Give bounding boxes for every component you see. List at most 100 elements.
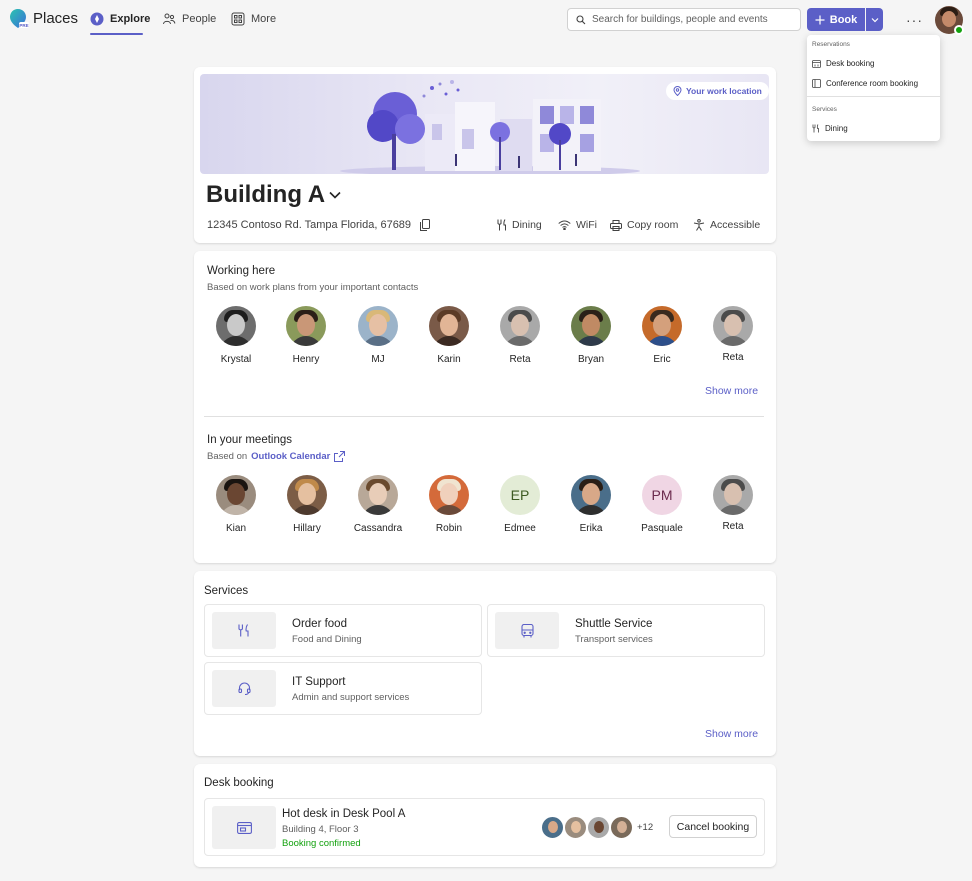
person-name: Cassandra (353, 523, 403, 534)
service-subtitle: Food and Dining (292, 634, 362, 645)
amenity-copy-room: Copy room (610, 219, 678, 231)
book-button[interactable]: Book (807, 8, 865, 31)
presence-available-badge (954, 25, 964, 35)
person-name: Karin (437, 354, 461, 365)
search-input[interactable] (592, 14, 792, 25)
meetings-subtitle: Based on Outlook Calendar (207, 451, 346, 462)
wifi-icon (558, 220, 571, 230)
avatar (642, 306, 682, 346)
desk-name: Hot desk in Desk Pool A (282, 808, 406, 820)
amenity-wifi: WiFi (558, 219, 597, 231)
service-title: IT Support (292, 676, 346, 688)
person-name: Bryan (577, 354, 605, 365)
person-card[interactable]: Karin (419, 306, 479, 365)
avatar (571, 306, 611, 346)
service-order-food[interactable]: Order food Food and Dining (204, 604, 482, 657)
person-card[interactable]: Eric (632, 306, 692, 365)
work-location-badge: Your work location (666, 82, 769, 100)
avatar: PM (642, 475, 682, 515)
dining-icon (497, 219, 506, 231)
open-external-icon[interactable] (334, 451, 346, 462)
avatar (571, 475, 611, 515)
service-icon-tile (212, 670, 276, 707)
person-card[interactable]: Hillary (277, 475, 337, 534)
person-card[interactable]: Bryan (561, 306, 621, 365)
person-name: Hillary (293, 523, 321, 534)
book-button-label: Book (829, 13, 858, 26)
building-switcher-chevron-icon[interactable] (328, 190, 342, 200)
person-name: Robin (435, 523, 463, 534)
person-card[interactable]: Robin (419, 475, 479, 534)
amenity-copy-room-label: Copy room (627, 219, 679, 231)
services-show-more-link[interactable]: Show more (705, 728, 758, 740)
avatar (287, 475, 327, 515)
service-title: Shuttle Service (575, 618, 653, 630)
menu-section-services: Services (812, 106, 837, 113)
service-it-support[interactable]: IT Support Admin and support services (204, 662, 482, 715)
person-card[interactable]: Kian (206, 475, 266, 534)
nav-explore[interactable]: Explore (90, 12, 150, 26)
person-name: Reta (722, 352, 744, 363)
desk-icon (236, 821, 252, 834)
more-options-button[interactable]: ··· (906, 12, 923, 28)
avatar (540, 815, 565, 840)
person-card[interactable]: MJ (348, 306, 408, 365)
person-name: Eric (653, 354, 671, 365)
menu-item-desk-booking[interactable]: Desk booking (812, 59, 874, 68)
search-icon (576, 14, 586, 24)
services-title: Services (204, 585, 249, 597)
accessible-icon (693, 219, 705, 231)
person-card[interactable]: PM Pasquale (632, 475, 692, 534)
explore-icon (90, 12, 104, 26)
person-name: Edmee (504, 523, 536, 534)
person-card[interactable]: Krystal (206, 306, 266, 365)
desk-icon-tile (212, 806, 276, 849)
meetings-subtitle-prefix: Based on (207, 451, 248, 462)
nav-people[interactable]: People (162, 12, 216, 26)
person-card[interactable]: Reta (703, 306, 763, 363)
service-title: Order food (292, 618, 347, 630)
person-card[interactable]: Reta (703, 475, 763, 532)
menu-divider (807, 96, 940, 97)
avatar (500, 306, 540, 346)
amenity-dining-label: Dining (512, 219, 542, 231)
amenity-wifi-label: WiFi (576, 219, 597, 231)
menu-section-reservations: Reservations (812, 41, 850, 48)
avatar (286, 306, 326, 346)
book-dropdown-button[interactable] (866, 8, 883, 31)
working-here-show-more-link[interactable]: Show more (705, 385, 758, 397)
person-card[interactable]: EP Edmee (490, 475, 550, 534)
booking-status: Booking confirmed (282, 838, 361, 849)
chevron-down-icon (871, 17, 878, 22)
places-logo-icon: PRE (10, 9, 29, 28)
person-card[interactable]: Reta (490, 306, 550, 365)
cancel-booking-button[interactable]: Cancel booking (669, 815, 757, 838)
avatar (586, 815, 611, 840)
service-shuttle[interactable]: Shuttle Service Transport services (487, 604, 765, 657)
menu-item-dining-label: Dining (825, 124, 848, 133)
section-divider (204, 416, 764, 417)
dining-icon (238, 624, 249, 637)
outlook-calendar-link[interactable]: Outlook Calendar (251, 451, 330, 462)
person-card[interactable]: Cassandra (348, 475, 408, 534)
avatar (216, 475, 256, 515)
work-location-label: Your work location (686, 86, 762, 96)
plus-icon (815, 15, 825, 24)
person-name: MJ (371, 354, 385, 365)
desk-location: Building 4, Floor 3 (282, 824, 359, 835)
copy-address-icon[interactable] (420, 219, 430, 231)
person-card[interactable]: Henry (276, 306, 336, 365)
person-name: Pasquale (641, 523, 683, 534)
nav-more[interactable]: More (231, 12, 276, 26)
headset-icon (237, 682, 251, 695)
avatar (563, 815, 588, 840)
amenity-dining: Dining (497, 219, 542, 231)
working-here-title: Working here (207, 265, 276, 277)
search-box[interactable] (567, 8, 801, 31)
menu-item-dining[interactable]: Dining (812, 124, 848, 133)
person-name: Kian (225, 523, 246, 534)
person-card[interactable]: Erika (561, 475, 621, 534)
menu-item-conference-room-booking[interactable]: Conference room booking (812, 79, 918, 88)
desk-icon (812, 59, 821, 68)
room-icon (812, 79, 821, 88)
